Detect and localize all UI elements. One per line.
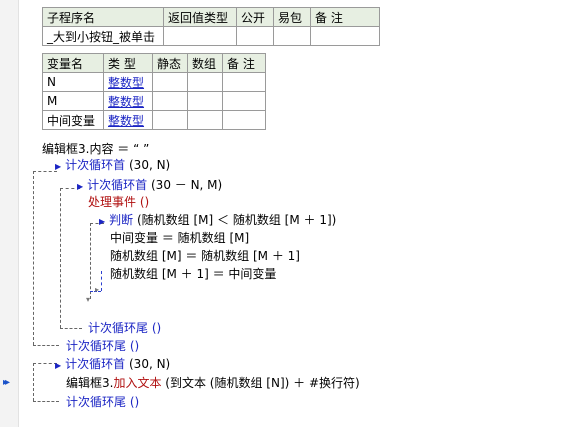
triangle-right-icon: ▶ — [99, 217, 106, 226]
var-static-cell[interactable] — [152, 91, 188, 111]
var-static-cell[interactable] — [152, 110, 188, 130]
code-line-inner-loop-start[interactable]: ▶ 计次循环首 (30 － N, M) — [77, 177, 222, 193]
var-type-cell[interactable]: 整数型 — [103, 72, 153, 92]
code-line-loop-start[interactable]: ▶ 计次循环首 (30, N) — [55, 157, 170, 173]
var-type-cell[interactable]: 整数型 — [103, 91, 153, 111]
code-line-inner-loop-end[interactable]: 计次循环尾 () — [88, 320, 161, 336]
var-name-cell[interactable]: N — [42, 72, 104, 92]
code-line-output-loop-end[interactable]: 计次循环尾 () — [66, 394, 139, 410]
flow-line-if — [90, 223, 91, 299]
var-type-cell[interactable]: 整数型 — [103, 110, 153, 130]
variable-table: 变量名 类 型 静态 数组 备 注 N 整数型 M 整数型 中间变量 整数型 — [42, 53, 266, 130]
loop-keyword: 计次循环首 — [87, 178, 148, 192]
loop-keyword: 计次循环首 — [65, 357, 126, 371]
append-args: (到文本 (随机数组 [N]) ＋ #换行符) — [165, 376, 360, 390]
public-cell[interactable] — [236, 26, 274, 46]
var-note-cell[interactable] — [222, 110, 266, 130]
header-public: 公开 — [236, 7, 274, 27]
line-gutter — [0, 0, 19, 427]
flow-line-outer-end — [33, 345, 59, 346]
var-static-cell[interactable] — [152, 72, 188, 92]
flow-line-outer-start — [33, 171, 57, 172]
loop-args: (30, N) — [129, 158, 171, 172]
header-easy-package: 易包 — [273, 7, 311, 27]
return-type-cell[interactable] — [163, 26, 237, 46]
code-line-assign-editbox[interactable]: 编辑框3.内容 ＝ “ ” — [42, 141, 149, 157]
header-note: 备 注 — [310, 7, 380, 27]
triangle-right-icon: ▶ — [77, 182, 84, 191]
flow-line-if-branch — [101, 271, 102, 291]
flow-line-outer-loop — [33, 171, 34, 345]
if-condition: (随机数组 [M] ＜ 随机数组 [M ＋ 1]) — [137, 213, 337, 227]
code-line-output-loop-start[interactable]: ▶ 计次循环首 (30, N) — [55, 356, 170, 372]
var-array-cell[interactable] — [187, 91, 223, 111]
code-line-process-events[interactable]: 处理事件 () — [88, 194, 149, 210]
var-note-cell[interactable] — [222, 72, 266, 92]
var-note-cell[interactable] — [222, 91, 266, 111]
flow-line-output-start — [33, 363, 57, 364]
code-line-if[interactable]: ▶ 判断 (随机数组 [M] ＜ 随机数组 [M ＋ 1]) — [99, 212, 336, 228]
code-line-swap-2[interactable]: 随机数组 [M] ＝ 随机数组 [M ＋ 1] — [110, 248, 300, 264]
code-line-loop-end[interactable]: 计次循环尾 () — [66, 338, 139, 354]
easy-package-cell[interactable] — [273, 26, 311, 46]
subroutine-table: 子程序名 返回值类型 公开 易包 备 注 _大到小按钮_被单击 — [42, 7, 380, 46]
flow-line-inner-end — [60, 328, 82, 329]
code-line-swap-1[interactable]: 中间变量 ＝ 随机数组 [M] — [110, 230, 249, 246]
loop-keyword: 计次循环首 — [65, 158, 126, 172]
header-var-type: 类 型 — [103, 53, 153, 73]
header-static: 静态 — [152, 53, 188, 73]
flow-line-output-loop — [33, 363, 34, 401]
chevron-down-icon: ▾ — [86, 295, 91, 304]
editbox-ref: 编辑框3. — [66, 376, 114, 390]
execution-arrow-icon: ▸▸ — [3, 377, 10, 388]
table-row: M 整数型 — [42, 91, 266, 111]
flow-line-output-end — [33, 401, 59, 402]
header-return-type: 返回值类型 — [163, 7, 237, 27]
append-method: 加入文本 — [113, 376, 162, 390]
loop-args: (30, N) — [129, 357, 171, 371]
loop-args: (30 － N, M) — [151, 178, 223, 192]
header-sub-name: 子程序名 — [42, 7, 164, 27]
var-name-cell[interactable]: 中间变量 — [42, 110, 104, 130]
triangle-right-icon: ▶ — [55, 162, 62, 171]
var-array-cell[interactable] — [187, 72, 223, 92]
flow-line-inner-loop — [60, 188, 61, 328]
if-keyword: 判断 — [109, 213, 134, 227]
var-array-cell[interactable] — [187, 110, 223, 130]
header-var-name: 变量名 — [42, 53, 104, 73]
chevron-right-icon: ▸ — [95, 285, 100, 294]
table-row: 中间变量 整数型 — [42, 110, 266, 130]
table-row: N 整数型 — [42, 72, 266, 92]
var-name-cell[interactable]: M — [42, 91, 104, 111]
triangle-right-icon: ▶ — [55, 361, 62, 370]
sub-name-cell[interactable]: _大到小按钮_被单击 — [42, 26, 164, 46]
header-var-note: 备 注 — [222, 53, 266, 73]
code-line-swap-3[interactable]: 随机数组 [M ＋ 1] ＝ 中间变量 — [110, 266, 276, 282]
code-line-append-text[interactable]: 编辑框3.加入文本 (到文本 (随机数组 [N]) ＋ #换行符) — [66, 375, 360, 391]
header-array: 数组 — [187, 53, 223, 73]
note-cell[interactable] — [310, 26, 380, 46]
